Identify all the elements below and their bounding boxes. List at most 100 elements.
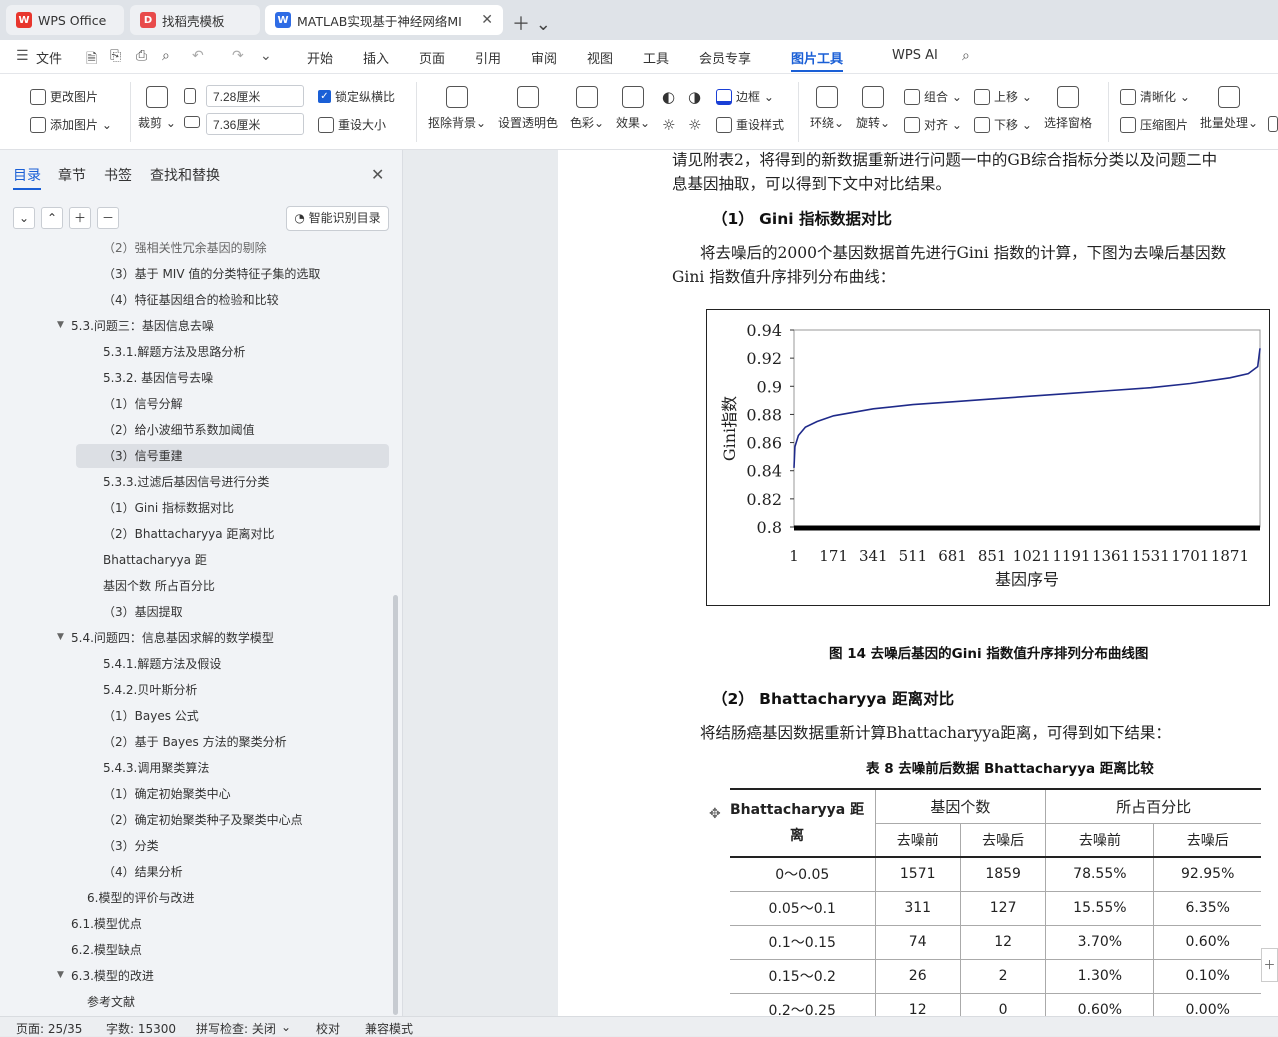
menu-tools[interactable]: 工具 xyxy=(643,48,669,67)
close-pane-icon[interactable]: ✕ xyxy=(371,165,384,184)
group-button[interactable]: 组合 ⌄ xyxy=(904,88,962,105)
toc-item[interactable]: （2）Bhattacharyya 距离对比 xyxy=(103,522,274,546)
brightness-icon[interactable]: ◐ xyxy=(662,88,675,106)
toc-item[interactable]: （1）Gini 指标数据对比 xyxy=(103,496,234,520)
more-icon[interactable]: ⌄ xyxy=(260,48,272,64)
remove-heading-icon[interactable]: － xyxy=(97,207,119,229)
send-down-button[interactable]: 下移 ⌄ xyxy=(974,116,1032,133)
sidebar-scrollbar[interactable] xyxy=(393,595,398,1015)
wrap-button[interactable]: 环绕⌄ xyxy=(810,86,844,131)
width-field[interactable] xyxy=(206,85,304,107)
sun-dim-icon[interactable]: ☼ xyxy=(688,116,701,134)
gini-chart[interactable]: 0.94 0.92 0.9 0.88 0.86 0.84 0.82 0.8 1 171 341 511… xyxy=(706,309,1270,606)
set-transparent-button[interactable]: 设置透明色 xyxy=(498,86,558,131)
redo-icon[interactable]: ↷ xyxy=(232,48,244,64)
toc-item[interactable]: （1）确定初始聚类中心 xyxy=(103,782,231,806)
search-icon[interactable]: ⌕ xyxy=(962,48,970,64)
effect-button[interactable]: 效果⌄ xyxy=(616,86,650,131)
menu-picture-tools[interactable]: 图片工具 xyxy=(791,48,844,72)
toc-item[interactable]: 6.模型的评价与改进 xyxy=(87,886,194,910)
compress-button[interactable]: 压缩图片 xyxy=(1120,116,1188,133)
expand-triangle-icon[interactable]: ▼ xyxy=(57,632,64,642)
tab-wps-office[interactable]: W WPS Office xyxy=(6,5,124,35)
collapse-up-icon[interactable]: ⌃ xyxy=(41,207,63,229)
toc-item[interactable]: （1）信号分解 xyxy=(103,392,183,416)
select-pane-button[interactable]: 选择窗格 xyxy=(1044,86,1092,131)
toc-item[interactable]: （2）强相关性冗余基因的剔除 xyxy=(103,238,267,260)
batch-button[interactable]: 批量处理⌄ xyxy=(1200,86,1258,131)
toc-item[interactable]: 5.3.2. 基因信号去噪 xyxy=(103,366,213,390)
page-count[interactable]: 页面: 25/35 xyxy=(16,1020,82,1037)
menu-member[interactable]: 会员专享 xyxy=(699,48,751,67)
tab-find-replace[interactable]: 查找和替换 xyxy=(150,165,220,185)
hamburger-icon[interactable]: ☰ xyxy=(16,48,29,64)
menu-home[interactable]: 开始 xyxy=(307,48,333,67)
toc-item[interactable]: （2）基于 Bayes 方法的聚类分析 xyxy=(103,730,287,754)
word-count[interactable]: 字数: 15300 xyxy=(106,1020,176,1037)
tab-template[interactable]: D 找稻壳模板 xyxy=(130,5,260,35)
close-tab-icon[interactable]: ✕ xyxy=(481,12,493,28)
reset-style-button[interactable]: 重设样式 xyxy=(716,116,784,133)
tab-chapter[interactable]: 章节 xyxy=(58,165,86,185)
spell-check[interactable]: 拼写检查: 关闭 xyxy=(196,1020,276,1037)
color-button[interactable]: 色彩⌄ xyxy=(570,86,604,131)
proofread[interactable]: 校对 xyxy=(316,1020,340,1037)
toc-item[interactable]: 5.4.3.调用聚类算法 xyxy=(103,756,209,780)
tab-bookmark[interactable]: 书签 xyxy=(104,165,132,185)
clarify-button[interactable]: 清晰化 ⌄ xyxy=(1120,88,1190,105)
toc-item[interactable]: 5.4.问题四：信息基因求解的数学模型 xyxy=(71,626,274,650)
menu-review[interactable]: 审阅 xyxy=(531,48,557,67)
toc-item[interactable]: 5.3.1.解题方法及思路分析 xyxy=(103,340,245,364)
height-field[interactable] xyxy=(206,113,304,135)
add-heading-icon[interactable]: ＋ xyxy=(69,207,91,229)
undo-icon[interactable]: ↶ xyxy=(192,48,204,64)
toc-item[interactable]: 5.3.问题三：基因信息去噪 xyxy=(71,314,214,338)
toc-item-selected[interactable]: （3）信号重建 xyxy=(76,444,389,468)
border-button[interactable]: 边框 ⌄ xyxy=(716,88,774,105)
align-button[interactable]: 对齐 ⌄ xyxy=(904,116,962,133)
toc-item[interactable]: （2）确定初始聚类种子及聚类中心点 xyxy=(103,808,303,832)
change-image-button[interactable]: 更改图片 xyxy=(30,88,98,105)
toc-item[interactable]: 5.4.2.贝叶斯分析 xyxy=(103,678,197,702)
toc-item[interactable]: （2）给小波细节系数加阈值 xyxy=(103,418,255,442)
menu-view[interactable]: 视图 xyxy=(587,48,613,67)
contrast-icon[interactable]: ◑ xyxy=(688,88,701,106)
toc-item[interactable]: （3）分类 xyxy=(103,834,159,858)
toc-item[interactable]: （3）基因提取 xyxy=(103,600,183,624)
save-icon[interactable]: 🗎 xyxy=(86,48,97,72)
preview-icon[interactable]: ⌕ xyxy=(162,48,170,64)
expand-triangle-icon[interactable]: ▼ xyxy=(57,970,64,980)
menu-insert[interactable]: 插入 xyxy=(363,48,389,67)
chevron-down-icon[interactable]: ⌄ xyxy=(281,1020,291,1034)
menu-wps-ai[interactable]: WPS AI xyxy=(892,48,938,63)
toc-item[interactable]: 参考文献 xyxy=(87,990,135,1014)
more-ribbon-icon[interactable] xyxy=(1268,116,1278,132)
toc-item[interactable]: 6.2.模型缺点 xyxy=(71,938,142,962)
crop-button[interactable]: 裁剪 ⌄ xyxy=(138,86,176,131)
toc-item[interactable]: （4）特征基因组合的检验和比较 xyxy=(103,288,279,312)
collapse-down-icon[interactable]: ⌄ xyxy=(13,207,35,229)
rotate-button[interactable]: 旋转⌄ xyxy=(856,86,890,131)
toc-item[interactable]: 6.1.模型优点 xyxy=(71,912,142,936)
remove-bg-button[interactable]: 抠除背景⌄ xyxy=(428,86,486,131)
toc-item[interactable]: 基因个数 所占百分比 xyxy=(103,574,215,598)
toc-item[interactable]: Bhattacharyya 距 xyxy=(103,548,207,572)
expand-triangle-icon[interactable]: ▼ xyxy=(57,320,64,330)
export-icon[interactable]: ⎘ xyxy=(110,48,121,64)
tab-document[interactable]: W MATLAB实现基于神经网络MI ✕ xyxy=(265,5,503,35)
menu-file[interactable]: 文件 xyxy=(36,48,62,67)
lock-ratio-checkbox[interactable]: ✓ 锁定纵横比 xyxy=(318,88,395,105)
tab-toc[interactable]: 目录 xyxy=(13,165,41,190)
add-image-button[interactable]: 添加图片 ⌄ xyxy=(30,116,112,133)
print-icon[interactable]: ⎙ xyxy=(136,48,147,64)
new-tab-icon[interactable]: ＋ ⌄ xyxy=(512,10,551,36)
smart-toc-button[interactable]: ◔ 智能识别目录 xyxy=(286,206,389,231)
toc-item[interactable]: （1）Bayes 公式 xyxy=(103,704,199,728)
menu-page[interactable]: 页面 xyxy=(419,48,445,67)
toc-item[interactable]: （4）结果分析 xyxy=(103,860,183,884)
menu-reference[interactable]: 引用 xyxy=(475,48,501,67)
sun-icon[interactable]: ☼ xyxy=(662,116,675,134)
table-move-handle-icon[interactable]: ✥ xyxy=(709,806,721,822)
toc-item[interactable]: 5.4.1.解题方法及假设 xyxy=(103,652,221,676)
expand-side-icon[interactable]: ＋ xyxy=(1261,948,1278,982)
